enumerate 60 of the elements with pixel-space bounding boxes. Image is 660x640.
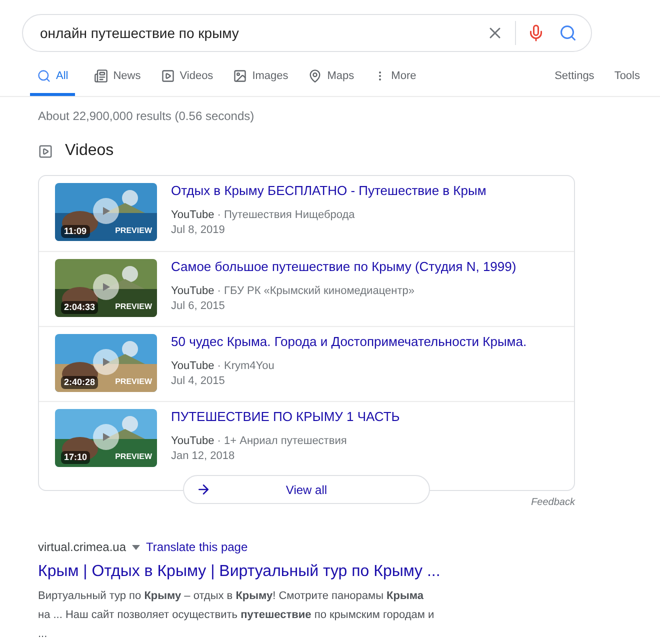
result-stats: About 22,900,000 results (0.56 seconds) bbox=[37, 108, 256, 125]
search-icon[interactable] bbox=[559, 24, 577, 42]
newspaper-icon bbox=[94, 68, 108, 83]
video-thumbnail[interactable]: 2:04:33 PREVIEW bbox=[55, 259, 157, 317]
video-date: Jul 4, 2015 bbox=[171, 374, 226, 389]
tool-link[interactable]: Settings bbox=[554, 68, 594, 96]
preview-label: PREVIEW bbox=[115, 225, 152, 237]
view-all-button[interactable]: View all bbox=[183, 475, 430, 504]
video-channel: · 1+ Анриал путешествия bbox=[217, 435, 347, 447]
image-icon bbox=[233, 68, 248, 83]
tab[interactable]: Maps bbox=[307, 68, 356, 96]
video-channel: · Krym4You bbox=[217, 360, 274, 372]
arrow-icon bbox=[196, 482, 211, 497]
video-title[interactable]: Отдых в Крыму БЕСПЛАТНО - Путешествие в Крым bbox=[171, 183, 486, 199]
video-date: Jan 12, 2018 bbox=[171, 449, 236, 464]
microphone-icon[interactable] bbox=[527, 24, 545, 42]
video-title[interactable]: Самое большое путешествие по Крыму (Студия N, 1999) bbox=[171, 259, 516, 275]
video-source: YouTube bbox=[171, 285, 214, 297]
tab[interactable]: All bbox=[30, 68, 76, 96]
video-source: YouTube bbox=[171, 209, 214, 221]
search-icon bbox=[37, 68, 51, 83]
video-channel: · ГБУ РК «Крымский киномедиацентр» bbox=[217, 285, 414, 297]
play-icon bbox=[93, 349, 119, 375]
preview-label: PREVIEW bbox=[115, 301, 152, 313]
tab[interactable]: News bbox=[93, 68, 142, 96]
section-heading: Videos bbox=[65, 141, 114, 161]
video-duration: 2:40:28 bbox=[61, 376, 98, 389]
play-icon bbox=[38, 144, 53, 158]
caret-icon[interactable] bbox=[132, 544, 140, 550]
play-icon bbox=[93, 424, 119, 450]
search-query: онлайн путешествие по крыму bbox=[40, 24, 240, 43]
result-title[interactable]: Крым | Отдых в Крыму | Виртуальный тур по Крыму ... bbox=[38, 560, 660, 584]
tool-link[interactable]: Tools bbox=[614, 68, 640, 96]
search-field[interactable]: онлайн путешествие по крыму bbox=[22, 14, 592, 52]
video-date: Jul 6, 2015 bbox=[171, 299, 226, 314]
video-thumbnail[interactable]: 17:10 PREVIEW bbox=[55, 409, 157, 467]
preview-label: PREVIEW bbox=[115, 451, 152, 463]
play-icon bbox=[93, 198, 119, 224]
video-thumbnail[interactable]: 11:09 PREVIEW bbox=[55, 183, 157, 241]
video-source: YouTube bbox=[171, 435, 214, 447]
tab[interactable]: Images bbox=[232, 68, 290, 96]
video-channel: · Путешествия Нищеброда bbox=[217, 209, 355, 221]
translate-link[interactable]: Translate this page bbox=[146, 538, 248, 556]
video-thumbnail[interactable]: 2:40:28 PREVIEW bbox=[55, 334, 157, 392]
tab[interactable]: More bbox=[373, 68, 418, 96]
play-icon bbox=[93, 274, 119, 300]
video-date: Jul 8, 2019 bbox=[171, 223, 226, 238]
tab[interactable]: Videos bbox=[160, 68, 214, 96]
video-duration: 2:04:33 bbox=[61, 300, 98, 314]
feedback-link[interactable]: Feedback bbox=[531, 495, 575, 510]
video-title[interactable]: ПУТЕШЕСТВИЕ ПО КРЫМУ 1 ЧАСТЬ bbox=[171, 409, 400, 425]
result-url: virtual.crimea.ua bbox=[38, 539, 126, 556]
video-title[interactable]: 50 чудес Крыма. Города и Достопримечательности Крыма. bbox=[171, 334, 527, 350]
video-duration: 17:10 bbox=[61, 450, 90, 464]
video-source: YouTube bbox=[171, 360, 214, 372]
play-icon bbox=[160, 68, 175, 83]
video-duration: 11:09 bbox=[61, 224, 90, 238]
pin-icon bbox=[308, 68, 322, 83]
preview-label: PREVIEW bbox=[115, 376, 152, 388]
result-snippet: Виртуальный тур по Крыму – отдых в Крыму! Смотрите панорамы Крыма на ... Наш сайт позволяет осуществить путешествие по крымским городам и ... bbox=[38, 589, 436, 640]
